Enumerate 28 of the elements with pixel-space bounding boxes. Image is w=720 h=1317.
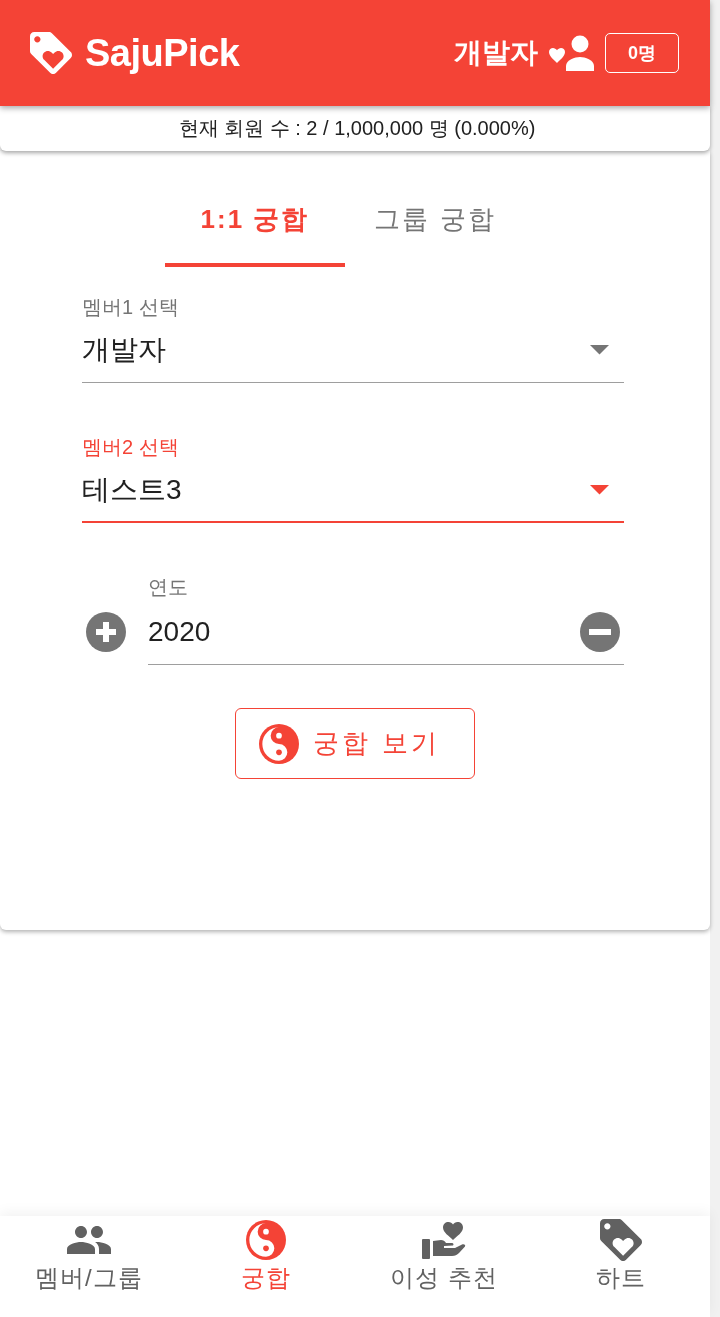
select-field[interactable]: 테스트3	[82, 470, 624, 523]
user-name: 개발자	[454, 36, 538, 70]
nav-item[interactable]: 하트	[532, 1216, 710, 1317]
member-count-text: 현재 회원 수 : 2 / 1,000,000 명 (0.000%)	[177, 116, 536, 141]
yin-yang-icon	[259, 723, 300, 764]
heart-person-icon	[548, 35, 594, 71]
tab[interactable]: 1:1 궁합	[165, 175, 345, 267]
nav-item[interactable]: 멤버/그룹	[0, 1216, 178, 1317]
compatibility-button[interactable]: 궁합 보기	[235, 708, 475, 779]
nav-item[interactable]: 이성 추천	[355, 1216, 533, 1317]
member-badge: 0명	[605, 33, 679, 73]
plus-icon[interactable]	[86, 612, 126, 652]
tag-heart-icon	[30, 32, 72, 74]
field-label: 연도	[148, 575, 189, 600]
app-title: SajuPick	[85, 31, 240, 75]
tab[interactable]: 그룹 궁합	[345, 175, 525, 267]
hand-heart-icon	[421, 1219, 466, 1261]
yin-yang-icon	[246, 1220, 287, 1260]
nav-item[interactable]: 궁합	[177, 1216, 355, 1317]
people-icon	[66, 1226, 111, 1254]
minus-icon[interactable]	[580, 612, 620, 652]
select-field[interactable]: 개발자	[82, 330, 624, 383]
dropdown-arrow-icon[interactable]	[590, 485, 609, 495]
year-field[interactable]: 2020	[148, 612, 624, 665]
field-label: 멤버1 선택	[82, 295, 180, 320]
field-label: 멤버2 선택	[82, 435, 180, 460]
tag-heart-icon	[600, 1219, 643, 1261]
dropdown-arrow-icon[interactable]	[590, 345, 609, 355]
